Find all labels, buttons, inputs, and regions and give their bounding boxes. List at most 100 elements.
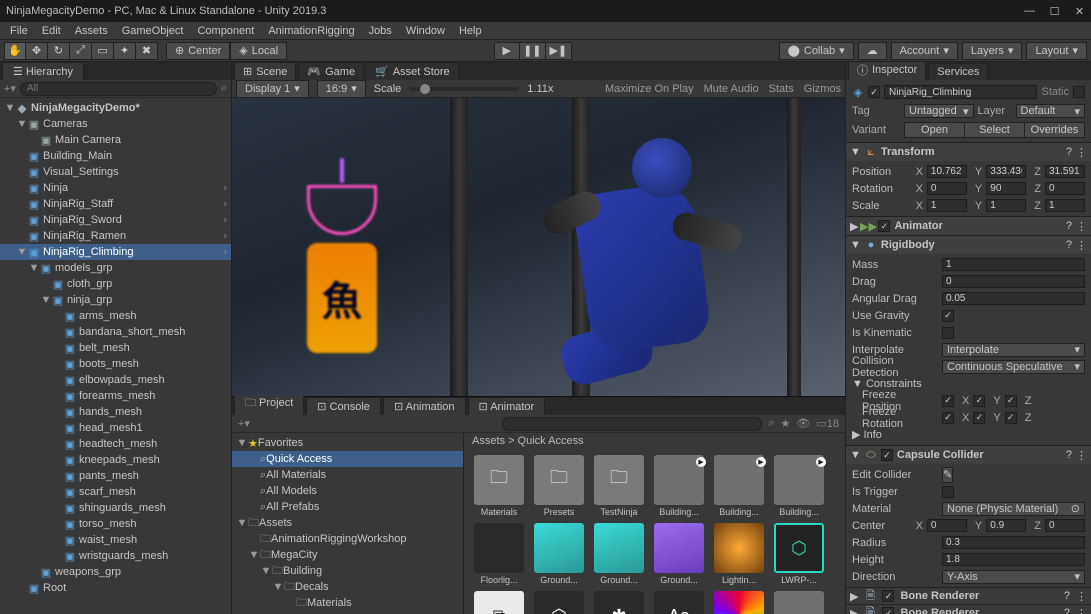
asset-item[interactable]: Ground... — [532, 523, 586, 585]
position-y-input[interactable] — [986, 165, 1026, 178]
collab-dropdown[interactable]: ⬤ Collab ▾ — [779, 42, 854, 60]
pivot-center-toggle[interactable]: ⊕ Center — [166, 42, 230, 60]
layout-toggle-icon[interactable]: ▭18 — [816, 417, 839, 430]
layers-dropdown[interactable]: Layers ▾ — [962, 42, 1023, 60]
rotation-x-input[interactable] — [927, 182, 967, 195]
freeze-rotation-y-checkbox[interactable]: ✓ — [973, 412, 985, 424]
project-tree-item[interactable]: ⌕ All Prefabs — [232, 499, 463, 515]
move-tool-icon[interactable]: ✥ — [26, 42, 48, 60]
menu-jobs[interactable]: Jobs — [363, 23, 398, 39]
menu-file[interactable]: File — [4, 23, 34, 39]
script-component[interactable]: ▶🗎✓Bone Renderer?⋮ — [846, 605, 1091, 614]
center-x-input[interactable] — [927, 519, 967, 532]
asset-item[interactable]: ▶Building... — [652, 455, 706, 517]
freeze-rotation-z-checkbox[interactable]: ✓ — [1005, 412, 1017, 424]
settings-icon[interactable]: ⋮ — [1076, 146, 1087, 159]
asset-item[interactable]: ⧉Ninja_Di... — [472, 591, 526, 614]
capsule-header[interactable]: ▼⬭ ✓ Capsule Collider ?⋮ — [846, 446, 1091, 464]
hierarchy-item[interactable]: ▣NinjaRig_Sword› — [0, 212, 231, 228]
direction-dropdown[interactable]: Y-Axis▾ — [942, 570, 1085, 584]
project-search-input[interactable] — [502, 417, 762, 431]
tab-console[interactable]: ⊡ Console — [306, 397, 381, 415]
hierarchy-item[interactable]: ▣arms_mesh — [0, 308, 231, 324]
scale-tool-icon[interactable]: ⤢ — [70, 42, 92, 60]
interpolate-dropdown[interactable]: Interpolate▾ — [942, 343, 1085, 357]
hierarchy-item[interactable]: ▼▣NinjaRig_Climbing› — [0, 244, 231, 260]
gameobject-active-checkbox[interactable]: ✓ — [868, 86, 880, 98]
use-gravity-checkbox[interactable]: ✓ — [942, 310, 954, 322]
hierarchy-item[interactable]: ▼◆NinjaMegacityDemo* — [0, 100, 231, 116]
settings-icon[interactable]: ⋮ — [1076, 239, 1087, 252]
project-tree-item[interactable]: ⌕ All Models — [232, 483, 463, 499]
hierarchy-item[interactable]: ▣elbowpads_mesh — [0, 372, 231, 388]
hierarchy-item[interactable]: ▣weapons_grp — [0, 564, 231, 580]
hierarchy-item[interactable]: ▣headtech_mesh — [0, 436, 231, 452]
open-button[interactable]: Open — [904, 122, 965, 138]
asset-item[interactable]: 🗀TestNinja — [592, 455, 646, 517]
cloud-button[interactable]: ☁ — [858, 42, 887, 60]
tab-game[interactable]: 🎮 Game — [298, 62, 364, 80]
layout-dropdown[interactable]: Layout ▾ — [1026, 42, 1087, 60]
hierarchy-item[interactable]: ▣Visual_Settings — [0, 164, 231, 180]
scale-z-input[interactable] — [1045, 199, 1085, 212]
scene-opt-mute-audio[interactable]: Mute Audio — [704, 83, 759, 95]
rotation-y-input[interactable] — [986, 182, 1026, 195]
center-z-input[interactable] — [1045, 519, 1085, 532]
menu-edit[interactable]: Edit — [36, 23, 67, 39]
drag-input[interactable] — [942, 275, 1085, 288]
angular-drag-input[interactable] — [942, 292, 1085, 305]
asset-item[interactable]: ▶Building... — [712, 455, 766, 517]
asset-item[interactable]: Ground... — [592, 523, 646, 585]
tab-asset-store[interactable]: 🛒 Asset Store — [366, 62, 459, 80]
asset-item[interactable]: 🗀Presets — [532, 455, 586, 517]
step-button[interactable]: ▶❚ — [546, 42, 572, 60]
hierarchy-item[interactable]: ▣Main Camera — [0, 132, 231, 148]
edit-collider-button[interactable]: ✎ — [942, 467, 953, 483]
freeze-position-y-checkbox[interactable]: ✓ — [973, 395, 985, 407]
capsule-enabled-checkbox[interactable]: ✓ — [881, 449, 893, 461]
help-icon[interactable]: ? — [1064, 607, 1070, 614]
static-checkbox[interactable] — [1073, 86, 1085, 98]
layer-dropdown[interactable]: Default▾ — [1016, 104, 1086, 118]
hierarchy-item[interactable]: ▣shinguards_mesh — [0, 500, 231, 516]
scale-slider[interactable] — [409, 87, 519, 91]
hierarchy-item[interactable]: ▼▣ninja_grp — [0, 292, 231, 308]
play-button[interactable]: ▶ — [494, 42, 520, 60]
tab-animator[interactable]: ⊡ Animator — [468, 397, 546, 415]
hierarchy-item[interactable]: ▣hands_mesh — [0, 404, 231, 420]
asset-item[interactable]: ✱Ninja_To... — [592, 591, 646, 614]
scene-viewport[interactable]: 魚 — [232, 98, 845, 396]
account-dropdown[interactable]: Account ▾ — [891, 42, 958, 60]
hierarchy-item[interactable]: ▣wristguards_mesh — [0, 548, 231, 564]
asset-item[interactable]: ▶Building... — [772, 455, 826, 517]
hierarchy-item[interactable]: ▣belt_mesh — [0, 340, 231, 356]
hierarchy-item[interactable]: ▣boots_mesh — [0, 356, 231, 372]
pivot-local-toggle[interactable]: ◈ Local — [230, 42, 287, 60]
hierarchy-item[interactable]: ▣Root — [0, 580, 231, 596]
project-tree-item[interactable]: ▼🗀 Decals — [232, 579, 463, 595]
scene-opt-stats[interactable]: Stats — [769, 83, 794, 95]
favorite-filter-icon[interactable]: ★ — [781, 417, 791, 430]
hierarchy-item[interactable]: ▣head_mesh1 — [0, 420, 231, 436]
hierarchy-item[interactable]: ▣kneepads_mesh — [0, 452, 231, 468]
hierarchy-item[interactable]: ▣torso_mesh — [0, 516, 231, 532]
asset-item[interactable]: Floorlig... — [472, 523, 526, 585]
display-dropdown[interactable]: Display 1 ▾ — [236, 80, 309, 98]
minimize-button[interactable]: — — [1024, 6, 1035, 17]
collision-detection-dropdown[interactable]: Continuous Speculative▾ — [942, 360, 1085, 374]
maximize-button[interactable]: ☐ — [1049, 6, 1060, 17]
hierarchy-item[interactable]: ▣Building_Main — [0, 148, 231, 164]
animator-header[interactable]: ▶▶▶ ✓ Animator ?⋮ — [846, 217, 1091, 235]
hierarchy-item[interactable]: ▣cloth_grp — [0, 276, 231, 292]
help-icon[interactable]: ? — [1066, 146, 1072, 159]
settings-icon[interactable]: ⋮ — [1076, 607, 1087, 614]
hierarchy-search-input[interactable] — [20, 82, 217, 96]
rect-tool-icon[interactable]: ▭ — [92, 42, 114, 60]
settings-icon[interactable]: ⋮ — [1076, 449, 1087, 462]
menu-assets[interactable]: Assets — [69, 23, 114, 39]
services-tab[interactable]: Services — [928, 63, 988, 80]
rotation-z-input[interactable] — [1045, 182, 1085, 195]
settings-icon[interactable]: ⋮ — [1076, 590, 1087, 603]
help-icon[interactable]: ? — [1066, 220, 1072, 233]
hierarchy-item[interactable]: ▣NinjaRig_Staff› — [0, 196, 231, 212]
